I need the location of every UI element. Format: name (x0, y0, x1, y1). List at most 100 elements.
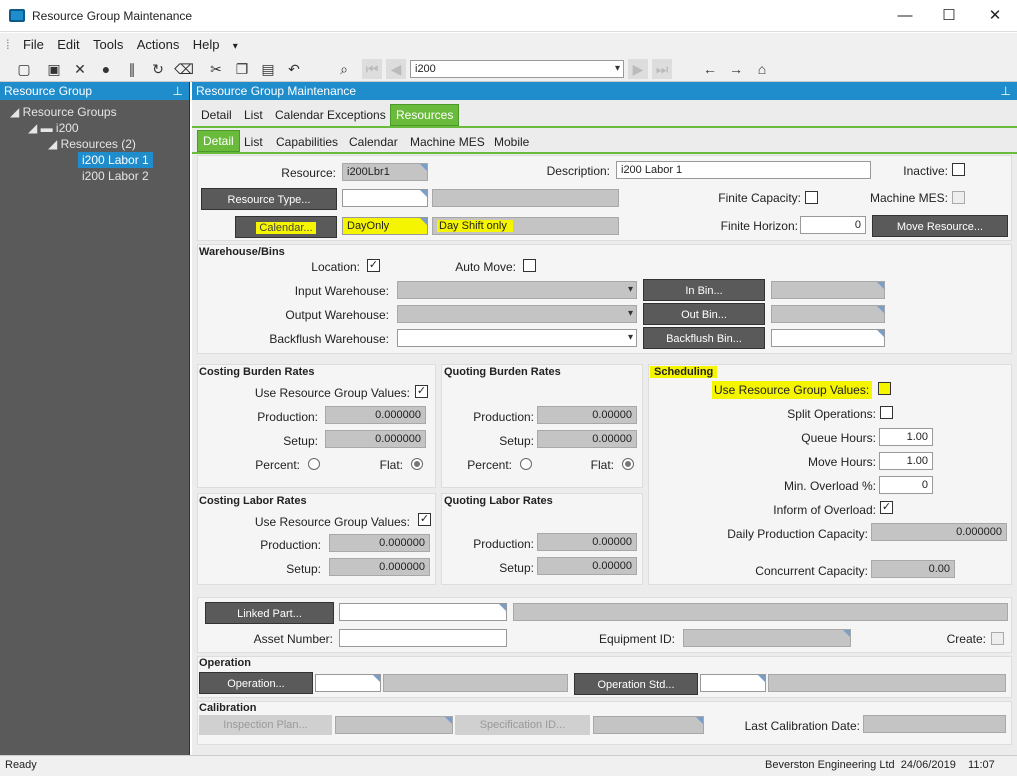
costing-labor-setup-label: Setup: (286, 562, 321, 576)
paste-icon[interactable]: ▤ (258, 59, 278, 79)
costing-labor-setup-field: 0.000000 (329, 558, 430, 576)
linked-part-button[interactable]: Linked Part... (205, 602, 334, 624)
location-checkbox[interactable]: ✓ (367, 259, 380, 272)
tab-detail[interactable]: Detail (201, 104, 232, 126)
daily-capacity-label: Daily Production Capacity: (727, 527, 868, 541)
split-operations-checkbox[interactable] (880, 406, 893, 419)
calendar-field[interactable]: DayOnly (342, 217, 428, 235)
quoting-labor-production-label: Production: (473, 537, 534, 551)
operation-std-field[interactable] (700, 674, 766, 692)
menu-tools[interactable]: Tools (93, 33, 123, 57)
next-record-icon[interactable]: ▶ (628, 59, 648, 79)
tab-resources[interactable]: Resources (390, 104, 460, 126)
out-bin-button[interactable]: Out Bin... (643, 303, 765, 325)
attach-icon[interactable]: ∥ (122, 59, 142, 79)
subtab-calendar[interactable]: Calendar (349, 131, 398, 153)
clear-icon[interactable]: ⌫ (174, 59, 194, 79)
inform-overload-checkbox[interactable]: ✓ (880, 501, 893, 514)
auto-move-label: Auto Move: (455, 260, 516, 274)
window-title: Resource Group Maintenance (32, 9, 193, 23)
subtab-list[interactable]: List (244, 131, 263, 153)
backflush-warehouse-select[interactable] (397, 329, 637, 347)
backflush-warehouse-label: Backflush Warehouse: (269, 332, 389, 346)
resource-type-field[interactable] (342, 189, 428, 207)
backflush-bin-field[interactable] (771, 329, 885, 347)
back-icon[interactable]: ← (700, 59, 720, 79)
tree-node-labor-2[interactable]: i200 Labor 2 (82, 168, 149, 184)
menu-edit[interactable]: Edit (57, 33, 79, 57)
input-warehouse-select[interactable] (397, 281, 637, 299)
linked-part-field[interactable] (339, 603, 507, 621)
delete-icon[interactable]: ✕ (70, 59, 90, 79)
quoting-burden-percent-radio[interactable] (520, 458, 532, 470)
resource-type-button[interactable]: Resource Type... (201, 188, 337, 210)
home-icon[interactable]: ⌂ (752, 59, 772, 79)
close-button[interactable]: ✕ (975, 4, 1015, 28)
refresh-icon[interactable]: ↻ (148, 59, 168, 79)
machine-mes-label: Machine MES: (869, 191, 948, 205)
costing-burden-use-checkbox[interactable]: ✓ (415, 385, 428, 398)
tab-list[interactable]: List (244, 104, 263, 126)
costing-burden-percent-radio[interactable] (308, 458, 320, 470)
operation-std-button[interactable]: Operation Std... (574, 673, 698, 695)
linked-part-desc-field (513, 603, 1008, 621)
minimize-button[interactable]: — (885, 4, 925, 28)
finite-horizon-field[interactable]: 0 (800, 216, 866, 234)
subtab-machine-mes[interactable]: Machine MES (410, 131, 485, 153)
pin-icon[interactable]: ⊥ (173, 82, 183, 100)
costing-burden-flat-label: Flat: (379, 458, 403, 472)
pin-icon[interactable]: ⊥ (1001, 82, 1011, 100)
scheduling-use-checkbox[interactable] (878, 382, 891, 395)
tree-node-i200[interactable]: ◢ ▬ i200 (28, 120, 79, 136)
maximize-button[interactable]: ☐ (929, 4, 969, 28)
tree-node-labor-1[interactable]: i200 Labor 1 (78, 152, 153, 168)
operation-field[interactable] (315, 674, 381, 692)
search-icon[interactable]: ⌕ (334, 59, 354, 79)
auto-move-checkbox[interactable] (523, 259, 536, 272)
subtab-mobile[interactable]: Mobile (494, 131, 529, 153)
main-pane-header: Resource Group Maintenance ⊥ (192, 82, 1017, 100)
location-label: Location: (311, 260, 360, 274)
specification-id-field (593, 716, 704, 734)
record-search-input[interactable]: i200 (410, 60, 624, 78)
finite-capacity-checkbox[interactable] (805, 191, 818, 204)
tree-node-resource-groups[interactable]: ◢ Resource Groups (10, 104, 117, 120)
copy-icon[interactable]: ❐ (232, 59, 252, 79)
cut-icon[interactable]: ✂ (206, 59, 226, 79)
tree-node-resources[interactable]: ◢ Resources (2) (48, 136, 136, 152)
queue-hours-field[interactable]: 1.00 (879, 428, 933, 446)
inactive-checkbox[interactable] (952, 163, 965, 176)
tree-pane: Resource Group ⊥ ◢ Resource Groups ◢ ▬ i… (0, 82, 190, 755)
calendar-button[interactable]: Calendar... (235, 216, 337, 238)
tab-calendar-exceptions[interactable]: Calendar Exceptions (275, 104, 386, 126)
inspection-plan-field (335, 716, 453, 734)
undo-icon[interactable]: ↶ (284, 59, 304, 79)
subtab-capabilities[interactable]: Capabilities (276, 131, 338, 153)
new-icon[interactable]: ▢ (14, 59, 34, 79)
menu-actions[interactable]: Actions (137, 33, 180, 57)
first-record-icon[interactable]: ⏮ (362, 59, 382, 79)
description-field[interactable]: i200 Labor 1 (616, 161, 871, 179)
save-icon[interactable]: ▣ (44, 59, 64, 79)
menu-help[interactable]: Help (193, 33, 220, 57)
asset-number-field[interactable] (339, 629, 507, 647)
prev-record-icon[interactable]: ◀ (386, 59, 406, 79)
comment-icon[interactable]: ● (96, 59, 116, 79)
daily-capacity-field: 0.000000 (871, 523, 1007, 541)
costing-labor-use-checkbox[interactable]: ✓ (418, 513, 431, 526)
operation-button[interactable]: Operation... (199, 672, 313, 694)
quoting-burden-flat-radio[interactable] (622, 458, 634, 470)
move-resource-button[interactable]: Move Resource... (872, 215, 1008, 237)
move-hours-field[interactable]: 1.00 (879, 452, 933, 470)
forward-icon[interactable]: → (726, 59, 746, 79)
backflush-bin-button[interactable]: Backflush Bin... (643, 327, 765, 349)
last-record-icon[interactable]: ⏭ (652, 59, 672, 79)
costing-burden-flat-radio[interactable] (411, 458, 423, 470)
menu-overflow-icon[interactable]: ▾ (233, 35, 238, 59)
menu-bar: ⁞ File Edit Tools Actions Help ▾ (0, 33, 1017, 57)
menu-file[interactable]: File (23, 33, 44, 57)
min-overload-field[interactable]: 0 (879, 476, 933, 494)
subtab-detail[interactable]: Detail (197, 130, 240, 152)
in-bin-button[interactable]: In Bin... (643, 279, 765, 301)
output-warehouse-select[interactable] (397, 305, 637, 323)
